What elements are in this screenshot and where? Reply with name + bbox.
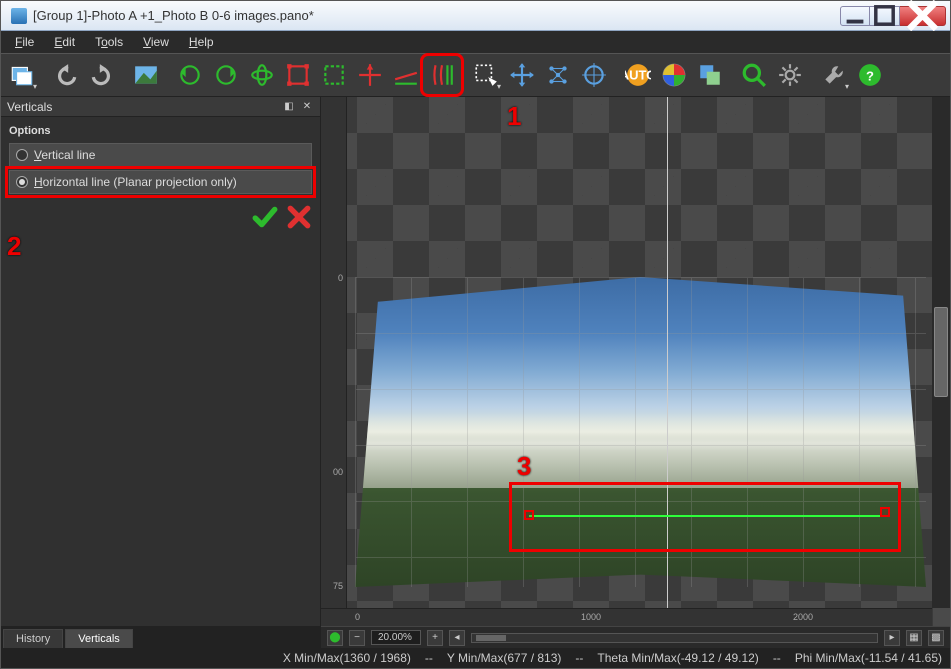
scrollbar-thumb[interactable] [476, 635, 506, 641]
annotation-3: 3 [517, 451, 531, 482]
radio-vertical-label: Vertical line [34, 148, 95, 162]
minimize-button[interactable] [840, 6, 870, 26]
svg-text:AUTO: AUTO [625, 67, 651, 82]
panel-pin-button[interactable]: ◧ [282, 100, 296, 114]
wrench-button[interactable] [817, 58, 851, 92]
menu-file[interactable]: File [7, 33, 42, 51]
status-y: Y Min/Max(677 / 813) [447, 651, 562, 665]
menubar: File Edit Tools View Help [1, 31, 950, 53]
line-handle-left[interactable] [524, 510, 534, 520]
status-x: X Min/Max(1360 / 1968) [283, 651, 411, 665]
radio-horizontal-label: Horizontal line (Planar projection only) [34, 175, 237, 189]
panel-header[interactable]: Verticals ◧ ✕ [1, 97, 320, 117]
zoom-out-button[interactable]: − [349, 630, 365, 646]
target-button[interactable] [577, 58, 611, 92]
status-theta: Theta Min/Max(-49.12 / 49.12) [597, 651, 758, 665]
side-tabs: History Verticals [1, 626, 320, 648]
toolbar: AUTO ? [1, 53, 950, 97]
auto-button[interactable]: AUTO [621, 58, 655, 92]
panel-close-button[interactable]: ✕ [300, 100, 314, 114]
grid-toggle-b[interactable]: ▩ [928, 630, 944, 646]
close-button[interactable] [900, 6, 946, 26]
rotate-cw-button[interactable] [209, 58, 243, 92]
statusbar: X Min/Max(1360 / 1968) -- Y Min/Max(677 … [1, 648, 950, 668]
horizontal-line-marker[interactable] [529, 515, 885, 517]
menu-view[interactable]: View [135, 33, 177, 51]
mesh-button[interactable] [541, 58, 575, 92]
grid-toggle-a[interactable]: ▦ [906, 630, 922, 646]
status-phi: Phi Min/Max(-11.54 / 41.65) [795, 651, 942, 665]
menu-edit[interactable]: Edit [46, 33, 83, 51]
scroll-right-button[interactable]: ▸ [884, 630, 900, 646]
side-panel: Verticals ◧ ✕ Options Vertical line Hori… [1, 97, 321, 648]
options-label: Options [9, 125, 312, 137]
undo-button[interactable] [49, 58, 83, 92]
new-project-button[interactable] [5, 58, 39, 92]
ruler-vertical: 0 00 75 [321, 97, 347, 608]
radio-icon [16, 149, 28, 161]
maximize-button[interactable] [870, 6, 900, 26]
line-handle-right[interactable] [880, 507, 890, 517]
radio-vertical-line[interactable]: Vertical line [9, 143, 312, 167]
menu-help[interactable]: Help [181, 33, 222, 51]
redo-button[interactable] [85, 58, 119, 92]
crop-inner-button[interactable] [317, 58, 351, 92]
menu-tools[interactable]: Tools [87, 33, 131, 51]
preview-button[interactable] [129, 58, 163, 92]
settings-button[interactable] [773, 58, 807, 92]
zoom-fit-button[interactable]: ⬤ [327, 630, 343, 646]
find-button[interactable] [737, 58, 771, 92]
titlebar[interactable]: [Group 1]-Photo A +1_Photo B 0-6 images.… [1, 1, 950, 31]
marquee-select-button[interactable] [469, 58, 503, 92]
zoom-in-button[interactable]: + [427, 630, 443, 646]
radio-icon [16, 176, 28, 188]
zoom-value[interactable]: 20.00% [371, 630, 421, 645]
center-tool-button[interactable] [353, 58, 387, 92]
annotation-1: 1 [507, 101, 521, 132]
tab-history[interactable]: History [3, 629, 63, 648]
verticals-tool-button[interactable] [425, 58, 459, 92]
cancel-button[interactable] [286, 204, 312, 233]
rotate-ccw-button[interactable] [173, 58, 207, 92]
view-bar: ⬤ − 20.00% + ◂ ▸ ▦ ▩ [321, 626, 950, 648]
level-tool-button[interactable] [389, 58, 423, 92]
help-button[interactable]: ? [853, 58, 887, 92]
svg-text:?: ? [866, 68, 874, 83]
panel-title: Verticals [7, 100, 52, 114]
apply-button[interactable] [252, 204, 278, 233]
radio-horizontal-line[interactable]: Horizontal line (Planar projection only) [9, 170, 312, 194]
vertical-scrollbar[interactable] [932, 97, 950, 608]
color-wheel-button[interactable] [657, 58, 691, 92]
horizontal-scrollbar[interactable] [471, 633, 878, 643]
scrollbar-thumb[interactable] [934, 307, 948, 397]
ruler-horizontal: 0 1000 2000 [321, 608, 932, 626]
canvas[interactable]: 1 3 0 00 75 0 1000 2000 [321, 97, 950, 626]
annotation-2: 2 [7, 231, 21, 262]
app-icon [11, 8, 27, 24]
layers-button[interactable] [693, 58, 727, 92]
tab-verticals[interactable]: Verticals [65, 629, 133, 648]
rotate-3d-button[interactable] [245, 58, 279, 92]
selection-box[interactable] [509, 482, 901, 552]
crop-button[interactable] [281, 58, 315, 92]
move-tool-button[interactable] [505, 58, 539, 92]
window-title: [Group 1]-Photo A +1_Photo B 0-6 images.… [33, 8, 840, 23]
app-window: [Group 1]-Photo A +1_Photo B 0-6 images.… [0, 0, 951, 669]
scroll-left-button[interactable]: ◂ [449, 630, 465, 646]
